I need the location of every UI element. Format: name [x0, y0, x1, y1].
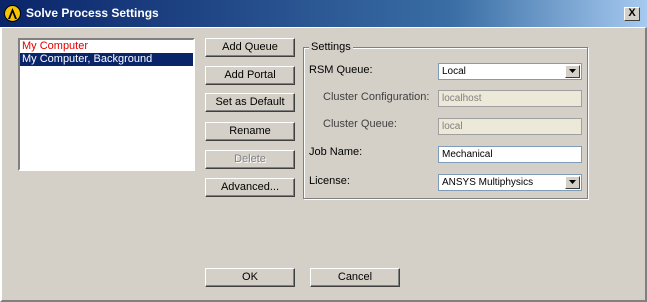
rsm-queue-value: Local: [442, 66, 466, 77]
cluster-queue-label: Cluster Queue:: [323, 118, 397, 130]
license-select[interactable]: ANSYS Multiphysics: [438, 174, 582, 191]
add-portal-button[interactable]: Add Portal: [205, 66, 295, 85]
job-name-field[interactable]: Mechanical: [438, 146, 582, 163]
rsm-queue-select[interactable]: Local: [438, 63, 582, 80]
rsm-queue-label: RSM Queue:: [309, 64, 373, 76]
advanced-button[interactable]: Advanced...: [205, 178, 295, 197]
title-bar[interactable]: Solve Process Settings X: [0, 0, 647, 27]
job-name-label: Job Name:: [309, 146, 363, 158]
cluster-queue-field: local: [438, 118, 582, 135]
cluster-configuration-field: localhost: [438, 90, 582, 107]
ok-button[interactable]: OK: [205, 268, 295, 287]
ansys-logo-icon: [4, 5, 21, 22]
window-title: Solve Process Settings: [26, 6, 159, 20]
add-queue-button[interactable]: Add Queue: [205, 38, 295, 57]
license-value: ANSYS Multiphysics: [442, 177, 534, 188]
queue-list[interactable]: My Computer My Computer, Background: [18, 38, 195, 171]
license-label: License:: [309, 175, 350, 187]
list-item-my-computer[interactable]: My Computer: [20, 40, 193, 53]
list-item-my-computer-background[interactable]: My Computer, Background: [20, 53, 193, 66]
close-button[interactable]: X: [624, 7, 640, 21]
chevron-down-icon[interactable]: [565, 65, 580, 78]
delete-button[interactable]: Delete: [205, 150, 295, 169]
settings-group-title: Settings: [309, 41, 353, 53]
set-as-default-button[interactable]: Set as Default: [205, 93, 295, 112]
cluster-configuration-label: Cluster Configuration:: [323, 91, 430, 103]
cancel-button[interactable]: Cancel: [310, 268, 400, 287]
chevron-down-icon[interactable]: [565, 176, 580, 189]
rename-button[interactable]: Rename: [205, 122, 295, 141]
